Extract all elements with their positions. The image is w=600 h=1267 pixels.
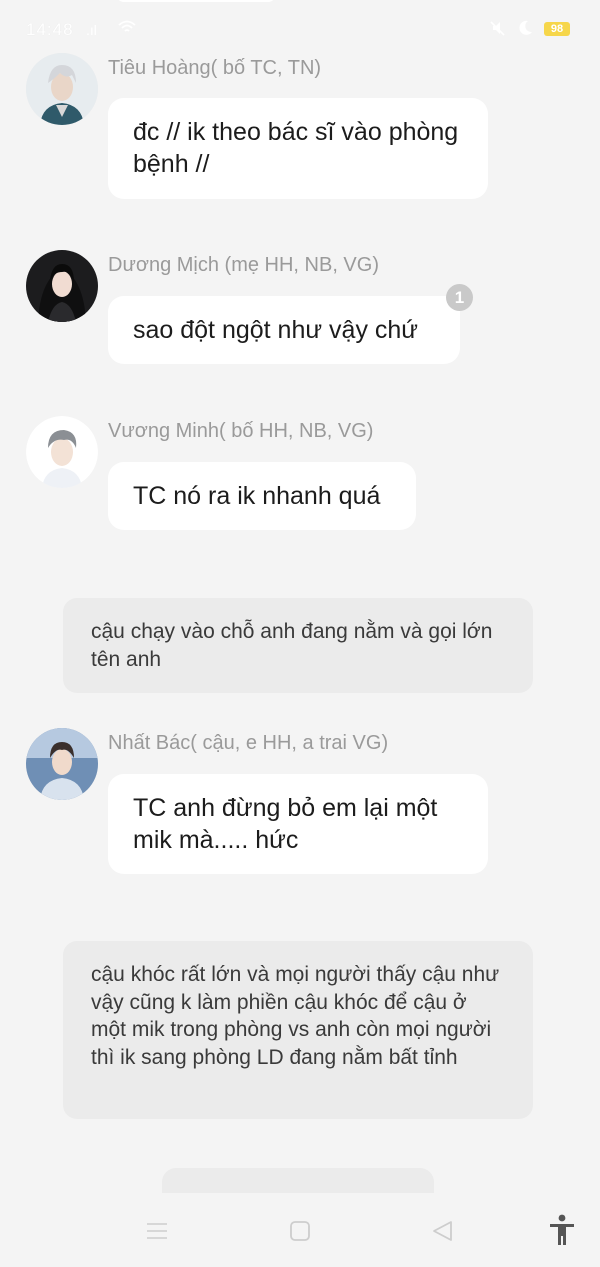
back-triangle-icon[interactable]: [430, 1218, 456, 1244]
sender-name: Tiêu Hoàng( bố TC, TN): [108, 57, 322, 79]
silent-icon: [488, 19, 506, 37]
moon-icon: [516, 19, 534, 37]
sender-name: Vương Minh( bố HH, NB, VG): [108, 420, 374, 442]
message-bubble[interactable]: đc // ik theo bác sĩ vào phòng bệnh //: [108, 98, 488, 199]
sender-name: Dương Mịch (mẹ HH, NB, VG): [108, 254, 379, 276]
status-bar: 14:48 .ıl 98: [0, 0, 600, 56]
sender-name: Nhất Bác( cậu, e HH, a trai VG): [108, 732, 389, 754]
message-bubble[interactable]: TC nó ra ik nhanh quá: [108, 462, 416, 530]
avatar[interactable]: [26, 728, 98, 800]
signal-icon: .ıl: [86, 22, 97, 38]
avatar[interactable]: [26, 250, 98, 322]
avatar[interactable]: [26, 416, 98, 488]
unread-count-badge: 1: [446, 284, 473, 311]
narration-bubble[interactable]: cậu chạy vào chỗ anh đang nằm và gọi lớn…: [63, 598, 533, 693]
home-square-icon[interactable]: [287, 1218, 313, 1244]
status-time: 14:48: [26, 20, 74, 39]
message-bubble[interactable]: TC anh đừng bỏ em lại một mik mà..... hứ…: [108, 774, 488, 874]
wifi-icon: [118, 20, 136, 37]
narration-bubble[interactable]: cậu khóc rất lớn và mọi người thấy cậu n…: [63, 941, 533, 1119]
avatar[interactable]: [26, 53, 98, 125]
battery-icon: 98: [544, 22, 570, 36]
accessibility-icon[interactable]: [548, 1214, 576, 1246]
menu-icon[interactable]: [144, 1218, 170, 1244]
message-bubble[interactable]: sao đột ngột như vậy chứ: [108, 296, 460, 364]
